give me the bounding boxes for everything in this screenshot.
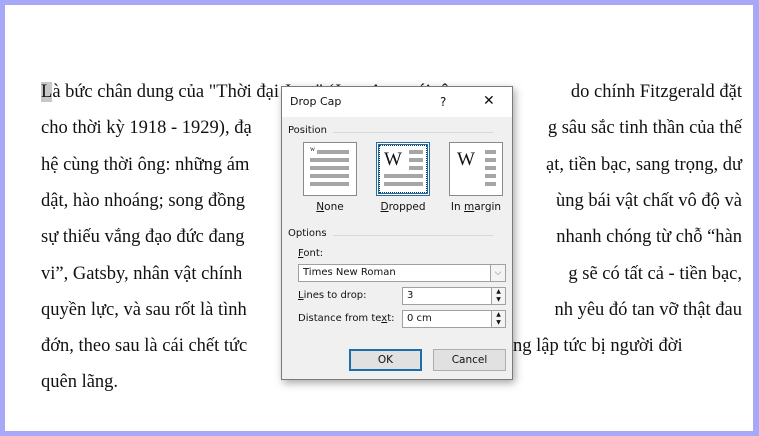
- position-group-label: Position: [288, 125, 493, 136]
- font-value: Times New Roman: [303, 267, 396, 278]
- in-margin-label[interactable]: In margin: [441, 201, 511, 213]
- text-fragment: quyền lực, và sau rốt là tình: [41, 299, 247, 320]
- position-none-option[interactable]: w: [303, 142, 357, 196]
- text-line-left[interactable]: quên lãng.: [41, 370, 118, 394]
- position-dropped-option[interactable]: W: [376, 142, 430, 196]
- lines-to-drop-input[interactable]: 3 ▲ ▼: [402, 287, 506, 305]
- text-fragment: hệ cùng thời ông: những ám: [41, 154, 250, 175]
- text-line-right[interactable]: ùng bái vật chất vô độ và: [556, 189, 742, 213]
- text-fragment: vi”, Gatsby, nhân vật chính: [41, 263, 243, 284]
- none-label[interactable]: None: [295, 201, 365, 213]
- distance-spinner[interactable]: ▲ ▼: [491, 310, 506, 328]
- text-line-left[interactable]: đớn, theo sau là cái chết tức: [41, 334, 247, 358]
- dialog-title: Drop Cap: [290, 95, 342, 108]
- text-line-left[interactable]: cho thời kỳ 1918 - 1929), đạ: [41, 116, 252, 140]
- text-fragment: đớn, theo sau là cái chết tức: [41, 336, 248, 357]
- text-line-right[interactable]: g sâu sắc tinh thần của thế: [548, 116, 742, 140]
- position-in-margin-option[interactable]: W: [449, 142, 503, 196]
- dialog-titlebar: Drop Cap ? ✕: [282, 87, 512, 117]
- chevron-down-icon[interactable]: ⌵: [490, 264, 506, 282]
- cancel-button[interactable]: Cancel: [433, 349, 506, 371]
- text-fragment: cho thời kỳ 1918 - 1929), đạ: [41, 118, 252, 139]
- distance-label: Distance from text:: [298, 313, 395, 324]
- help-button[interactable]: ?: [440, 95, 446, 109]
- text-line-left[interactable]: hệ cùng thời ông: những ám: [41, 153, 249, 177]
- w-letter-icon: W: [384, 149, 402, 170]
- text-line-right[interactable]: do chính Fitzgerald đặt: [571, 80, 742, 104]
- text-line-right[interactable]: nh yêu đó tan vỡ thật đau: [554, 298, 742, 322]
- lines-value: 3: [407, 290, 414, 301]
- distance-value: 0 cm: [407, 313, 432, 324]
- w-letter-icon: W: [457, 149, 475, 170]
- text-line-right[interactable]: ng lập tức bị người đời: [513, 334, 683, 358]
- text-line-right[interactable]: ạt, tiền bạc, sang trọng, dư: [546, 153, 742, 177]
- lines-to-drop-label: Lines to drop:: [298, 290, 367, 301]
- options-group-label: Options: [288, 228, 491, 239]
- drop-cap-selected-letter[interactable]: L: [41, 82, 53, 102]
- text-line-left[interactable]: quyền lực, và sau rốt là tình: [41, 298, 247, 322]
- text-line-right[interactable]: g sẽ có tất cả - tiền bạc,: [568, 262, 742, 286]
- text-line-left[interactable]: sự thiếu vắng đạo đức đang: [41, 225, 244, 249]
- text-fragment: quên lãng.: [41, 372, 119, 393]
- text-fragment: sự thiếu vắng đạo đức đang: [41, 227, 245, 248]
- small-w-icon: w: [310, 145, 316, 153]
- distance-from-text-input[interactable]: 0 cm ▲ ▼: [402, 310, 506, 328]
- text-line-left[interactable]: vi”, Gatsby, nhân vật chính: [41, 262, 242, 286]
- close-icon[interactable]: ✕: [483, 93, 495, 109]
- text-fragment: dật, hào nhoáng; song đồng: [41, 190, 245, 211]
- drop-cap-dialog: Drop Cap ? ✕ Position w W W None Dropped…: [281, 86, 513, 380]
- font-select[interactable]: Times New Roman ⌵: [298, 264, 506, 282]
- ok-button[interactable]: OK: [349, 349, 422, 371]
- font-label: Font:: [298, 248, 324, 259]
- text-line-left[interactable]: dật, hào nhoáng; song đồng: [41, 189, 245, 213]
- lines-spinner[interactable]: ▲ ▼: [491, 287, 506, 305]
- dropped-label[interactable]: Dropped: [368, 201, 438, 213]
- text-line-right[interactable]: nhanh chóng từ chỗ “hàn: [556, 225, 742, 249]
